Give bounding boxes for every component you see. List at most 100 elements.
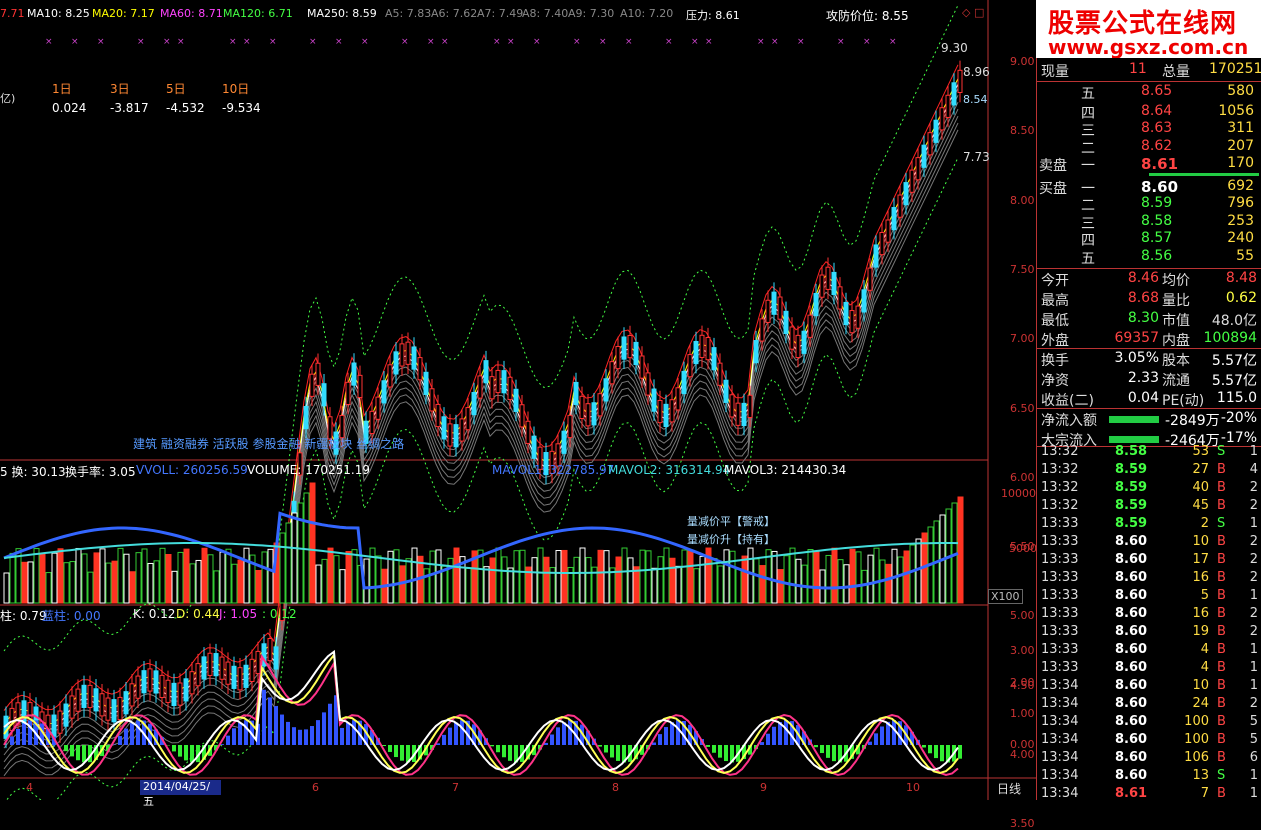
candle-body [124,692,128,714]
candle-body [568,415,572,437]
kdj-extra: : 0.12 [262,607,297,621]
period-label[interactable]: 日线 [997,780,1021,797]
volume-bar [664,548,669,603]
flow-row: 净流入额-2849万-20% [1037,410,1261,429]
candle-body [820,275,824,297]
tick-row: 13:338.605B1 [1037,588,1261,606]
candle-body [826,267,830,289]
tick-time: 13:33 [1041,588,1078,603]
kdj-bar [832,745,836,761]
candle-body [412,347,416,369]
kdj-bar [232,728,236,745]
flow-header: 1日 [52,80,72,97]
volume-bar [76,548,81,603]
candle-body [718,363,722,385]
candle-body [874,245,878,267]
signal-marker: × [625,37,633,47]
signal-marker: × [493,37,501,47]
ask-volume: 170 [1227,155,1254,171]
candle-body [790,327,794,349]
volume-bar [454,548,459,603]
candle-body [202,657,206,679]
tick-time: 13:34 [1041,732,1078,747]
ask-row[interactable]: 三8.63311 [1037,120,1261,139]
volume-bar [28,562,33,603]
kdj-bar [508,745,512,761]
now-label: 现量 [1041,61,1069,81]
tick-volume: 45 [1177,498,1209,513]
candle-body [148,669,152,691]
ask-volume: 1056 [1218,103,1254,119]
volume-bar [322,559,327,603]
kdj-j-line [4,657,958,775]
volume-bar [856,552,861,603]
candle-body [766,300,770,322]
divider [1037,268,1261,269]
candle-body [670,400,674,422]
stat-label: 收益(二) [1041,390,1094,410]
candle-body [724,380,728,402]
kdj-bar [766,734,770,745]
candle-body [112,700,116,722]
tick-row: 13:328.5927B4 [1037,462,1261,480]
candle-body [886,220,890,242]
tick-count: 1 [1250,642,1258,657]
flow-value: -4.532 [166,101,205,115]
bid-row[interactable]: 二8.59796 [1037,195,1261,214]
volume-bar [640,550,645,603]
kdj-bar [280,715,284,745]
candle-body [922,145,926,167]
kdj-bar [64,745,68,751]
quote-panel: 现量11总量170251五8.65580四8.641056三8.63311二8.… [1036,58,1261,800]
tick-volume: 13 [1177,768,1209,783]
candle-body [10,708,14,730]
candle-body [748,395,752,417]
flow-label: 净流入额 [1041,410,1097,430]
bid-row[interactable]: 四8.57240 [1037,230,1261,249]
tick-count: 2 [1250,498,1258,513]
tick-count: 4 [1250,462,1258,477]
candle-body [76,689,80,711]
candle-body [580,396,584,418]
stat-label: 今开 [1041,270,1069,290]
bid-price: 8.57 [1141,230,1172,246]
candle-body [244,665,248,687]
ask-price: 8.61 [1141,155,1178,173]
kdj-bar [268,697,272,745]
ask-row[interactable]: 五8.65580 [1037,83,1261,102]
candle-body [694,341,698,363]
bid-price: 8.56 [1141,248,1172,264]
kdj-bar [76,745,80,760]
volume-bar [268,549,273,603]
kdj-bar [604,745,608,752]
kdj-bar [496,745,500,752]
candle-body [142,671,146,693]
tick-volume: 2 [1177,516,1209,531]
stat-label: 内盘 [1162,330,1190,350]
concept-tags[interactable]: 建筑 融资融券 活跃股 参股金融 新疆板块 丝绸之路 [133,435,404,452]
tick-volume: 7 [1177,786,1209,801]
kdj-bar [244,720,248,745]
tick-side: B [1217,732,1226,747]
tick-row: 13:328.5945B2 [1037,498,1261,516]
tick-row: 13:338.604B1 [1037,642,1261,660]
volume-bar [214,571,219,603]
kdj-bar [226,736,230,745]
volume-bar [466,568,471,603]
kdj-bar [388,745,392,752]
volume-bar [874,548,879,603]
volume-bar [94,553,99,603]
signal-marker: × [71,37,79,47]
kdj-bar [724,745,728,761]
ask-row[interactable]: 卖盘一8.61170 [1037,155,1261,174]
volume-bar [808,550,813,603]
bid-row[interactable]: 五8.5655 [1037,248,1261,267]
volume-bar [544,557,549,603]
volume-bar [430,551,435,603]
stat-row: 净资2.33流通5.57亿 [1037,370,1261,389]
diamond-icon[interactable]: ◇ □ [962,6,984,19]
candle-body [934,120,938,142]
month-label: 4 [26,781,33,794]
ma-item: A10: 7.20 [620,7,673,20]
candle-body [190,672,194,694]
